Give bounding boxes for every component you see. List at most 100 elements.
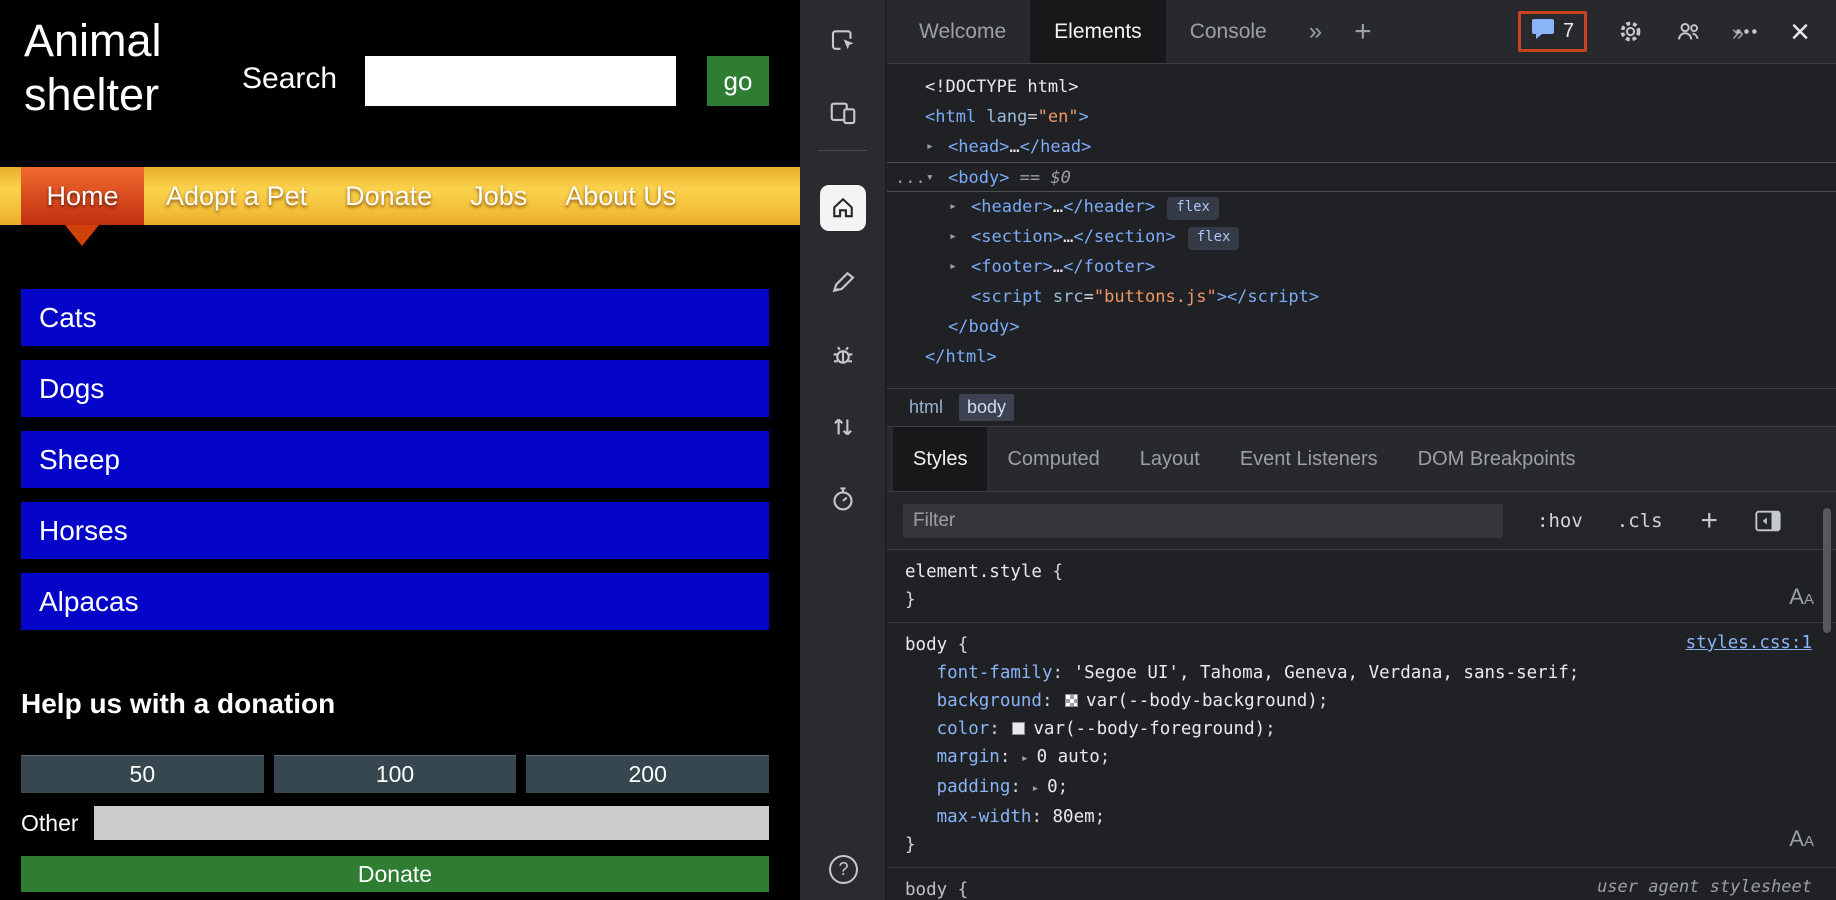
sidebar-tab-event-listeners[interactable]: Event Listeners — [1220, 427, 1398, 491]
accounts-people-icon[interactable] — [1674, 18, 1703, 45]
sidebar-tab-styles[interactable]: Styles — [893, 427, 988, 491]
devtools-tab-welcome[interactable]: Welcome — [895, 0, 1030, 63]
bug-icon[interactable] — [800, 340, 886, 370]
settings-gear-icon[interactable] — [1617, 18, 1644, 45]
sidebar-tab-layout[interactable]: Layout — [1120, 427, 1220, 491]
search-input[interactable] — [365, 56, 676, 106]
donate-button[interactable]: Donate — [21, 856, 769, 892]
element-breadcrumbs: html body — [887, 388, 1836, 426]
dom-tree: <!DOCTYPE html> <html lang="en"> ▸ <head>…<… — [887, 64, 1836, 388]
dom-node-line[interactable]: <!DOCTYPE html> — [887, 72, 1836, 102]
nav-item-about-us[interactable]: About Us — [565, 181, 676, 212]
css-declaration-line[interactable]: background: var(--body-background); — [905, 687, 1836, 715]
sidebar-tab-computed[interactable]: Computed — [987, 427, 1119, 491]
expand-arrow-icon[interactable]: ▸ — [949, 252, 957, 282]
css-declaration-line[interactable]: } — [905, 586, 1836, 614]
dom-node-line[interactable]: </html> — [887, 342, 1836, 372]
nav-item-jobs[interactable]: Jobs — [470, 181, 527, 212]
activity-bar-divider — [818, 150, 867, 151]
dom-node-line[interactable]: ▸ <footer>…</footer> — [887, 252, 1836, 282]
close-devtools-button[interactable]: × — [1790, 15, 1810, 49]
scrollbar-thumb[interactable] — [1823, 508, 1831, 633]
sidebar-toggle-icon[interactable] — [1754, 509, 1782, 533]
donation-amount-100[interactable]: 100 — [273, 755, 517, 793]
dom-node-line[interactable]: ▸ <section>…</section> flex — [887, 222, 1836, 252]
category-button-horses[interactable]: Horses — [21, 502, 769, 559]
more-tabs-button[interactable]: » — [1291, 0, 1340, 63]
color-swatch-checker[interactable] — [1065, 694, 1079, 707]
donation-amount-200[interactable]: 200 — [526, 755, 770, 793]
help-icon[interactable]: ? — [829, 855, 858, 884]
font-size-icon[interactable]: AA — [1789, 584, 1814, 610]
class-toggle[interactable]: .cls — [1617, 510, 1663, 532]
donation-amounts: 50 100 200 — [21, 755, 770, 793]
category-button-alpacas[interactable]: Alpacas — [21, 573, 769, 630]
css-rule-body-rule: styles.css:1 body { font-family: 'Segoe U… — [887, 623, 1836, 868]
devtools-tab-elements[interactable]: Elements — [1030, 0, 1166, 63]
breadcrumb-html[interactable]: html — [901, 394, 951, 421]
css-declaration-line[interactable]: padding: ▸ 0; — [905, 773, 1836, 803]
category-button-sheep[interactable]: Sheep — [21, 431, 769, 488]
sidebar-tab-dom-breakpoints[interactable]: DOM Breakpoints — [1398, 427, 1596, 491]
devtools-panel: Welcome Elements Console » + 7 × <!DOCTY… — [887, 0, 1836, 900]
dom-node-line[interactable]: <script src="buttons.js"></script> — [887, 282, 1836, 312]
expand-arrow-icon[interactable]: ▸ — [949, 222, 957, 252]
breadcrumb-body[interactable]: body — [959, 394, 1015, 421]
styles-filter-row: :hov .cls + — [887, 492, 1836, 550]
hover-state-toggle[interactable]: :hov — [1537, 510, 1583, 532]
css-declaration-line[interactable]: color: var(--body-foreground); — [905, 715, 1836, 743]
expand-arrow-icon[interactable]: ▸ — [949, 192, 957, 222]
new-style-rule-button[interactable]: + — [1701, 505, 1719, 536]
sidebar-more-tabs[interactable]: » — [1732, 0, 1744, 66]
category-button-cats[interactable]: Cats — [21, 289, 769, 346]
ellipsis-gutter: ... — [895, 168, 926, 188]
stylesheet-origin-note: user agent stylesheet — [1597, 877, 1812, 897]
edit-pen-icon[interactable] — [800, 267, 886, 297]
devtools-activity-bar: ? — [800, 0, 886, 900]
css-rule-ua-rule: user agent stylesheet body { — [887, 868, 1836, 900]
search-label: Search — [242, 62, 338, 95]
tab-actions: 7 × — [1518, 0, 1836, 63]
dom-node-line[interactable]: ▸ <header>…</header> flex — [887, 192, 1836, 222]
timer-icon[interactable] — [800, 484, 886, 514]
css-declaration-line[interactable]: element.style { — [905, 558, 1836, 586]
category-button-dogs[interactable]: Dogs — [21, 360, 769, 417]
css-declaration-line[interactable]: max-width: 80em; — [905, 803, 1836, 831]
sort-arrows-icon[interactable] — [800, 412, 886, 442]
flex-badge[interactable]: flex — [1167, 197, 1219, 220]
css-declaration-line[interactable]: font-family: 'Segoe UI', Tahoma, Geneva,… — [905, 659, 1836, 687]
css-declaration-line[interactable]: margin: ▸ 0 auto; — [905, 743, 1836, 773]
nav-item-adopt-a-pet[interactable]: Adopt a Pet — [166, 181, 307, 212]
search-go-button[interactable]: go — [707, 56, 769, 106]
devtools-tabs: Welcome Elements Console — [895, 0, 1291, 63]
donation-heading: Help us with a donation — [21, 688, 336, 719]
devtools-tab-bar: Welcome Elements Console » + 7 × — [887, 0, 1836, 64]
other-amount-input[interactable] — [94, 806, 769, 840]
stylesheet-link[interactable]: styles.css:1 — [1686, 633, 1812, 653]
feedback-bubble-icon — [1531, 18, 1555, 45]
sidebar-tabs: Styles Computed Layout Event Listeners DOM B… — [887, 426, 1836, 492]
nav-item-home[interactable]: Home — [21, 167, 144, 225]
styles-filter-input[interactable] — [903, 503, 1503, 538]
flex-badge[interactable]: flex — [1187, 227, 1240, 250]
feedback-button-highlighted[interactable]: 7 — [1518, 11, 1588, 52]
main-nav: Home Adopt a Pet Donate Jobs About Us — [0, 167, 800, 225]
css-rule-element-style: element.style {} — [887, 550, 1836, 623]
add-tab-button[interactable]: + — [1340, 0, 1386, 63]
css-declaration-line[interactable]: } — [905, 831, 1836, 859]
devtools-tab-console[interactable]: Console — [1166, 0, 1291, 63]
styles-pane: element.style {} styles.css:1 body { font-… — [887, 550, 1836, 900]
color-swatch-white[interactable] — [1012, 722, 1026, 735]
dom-node-line[interactable]: </body> — [887, 312, 1836, 342]
font-size-icon[interactable]: AA — [1789, 826, 1814, 852]
dom-node-line[interactable]: ... ▾ <body> == $0 — [887, 162, 1836, 192]
dom-node-line[interactable]: <html lang="en"> — [887, 102, 1836, 132]
inspect-icon[interactable] — [800, 25, 886, 55]
dom-node-line[interactable]: ▸ <head>…</head> — [887, 132, 1836, 162]
home-icon[interactable] — [820, 185, 866, 231]
expand-arrow-icon[interactable]: ▸ — [926, 132, 934, 162]
donation-amount-50[interactable]: 50 — [21, 755, 264, 793]
device-emulation-icon[interactable] — [800, 98, 886, 128]
expand-arrow-icon[interactable]: ▾ — [926, 163, 934, 193]
nav-item-donate[interactable]: Donate — [345, 181, 432, 212]
